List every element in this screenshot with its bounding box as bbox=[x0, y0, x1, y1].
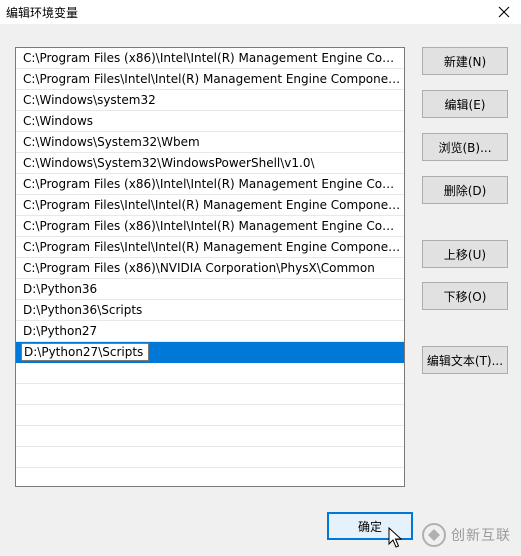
path-item[interactable]: C:\Program Files (x86)\NVIDIA Corporatio… bbox=[16, 258, 404, 279]
edit-text-button[interactable]: 编辑文本(T)... bbox=[422, 346, 508, 374]
watermark-logo-icon bbox=[422, 523, 446, 547]
empty-row bbox=[16, 405, 404, 426]
empty-row bbox=[16, 447, 404, 468]
title-bar: 编辑环境变量 bbox=[0, 0, 521, 24]
move-down-button[interactable]: 下移(O) bbox=[422, 282, 508, 310]
empty-row bbox=[16, 426, 404, 447]
path-item[interactable]: C:\Windows\System32\WindowsPowerShell\v1… bbox=[16, 153, 404, 174]
empty-row bbox=[16, 363, 404, 384]
path-item[interactable]: C:\Windows bbox=[16, 111, 404, 132]
path-item[interactable]: C:\Windows\system32 bbox=[16, 90, 404, 111]
window-title: 编辑环境变量 bbox=[6, 6, 79, 20]
move-up-button[interactable]: 上移(U) bbox=[422, 240, 508, 268]
browse-button[interactable]: 浏览(B)... bbox=[422, 133, 508, 161]
path-item[interactable]: C:\Program Files\Intel\Intel(R) Manageme… bbox=[16, 195, 404, 216]
path-item-selected[interactable]: D:\Python27\Scripts bbox=[16, 342, 404, 363]
empty-row bbox=[16, 384, 404, 405]
edit-button[interactable]: 编辑(E) bbox=[422, 90, 508, 118]
path-edit-input[interactable]: D:\Python27\Scripts bbox=[21, 343, 149, 361]
watermark-brand: 创新互联 bbox=[451, 528, 511, 544]
path-item[interactable]: C:\Windows\System32\Wbem bbox=[16, 132, 404, 153]
new-button[interactable]: 新建(N) bbox=[422, 47, 508, 75]
path-item[interactable]: C:\Program Files (x86)\Intel\Intel(R) Ma… bbox=[16, 216, 404, 237]
delete-button[interactable]: 删除(D) bbox=[422, 176, 508, 204]
path-item[interactable]: C:\Program Files\Intel\Intel(R) Manageme… bbox=[16, 69, 404, 90]
path-item[interactable]: D:\Python27 bbox=[16, 321, 404, 342]
path-item[interactable]: C:\Program Files (x86)\Intel\Intel(R) Ma… bbox=[16, 48, 404, 69]
path-item[interactable]: C:\Program Files\Intel\Intel(R) Manageme… bbox=[16, 237, 404, 258]
mouse-cursor-icon bbox=[388, 527, 402, 548]
watermark: 创新互联 bbox=[421, 518, 521, 552]
path-list[interactable]: C:\Program Files (x86)\Intel\Intel(R) Ma… bbox=[15, 47, 405, 487]
close-button[interactable] bbox=[487, 0, 521, 24]
close-icon bbox=[498, 6, 510, 18]
path-item[interactable]: D:\Python36\Scripts bbox=[16, 300, 404, 321]
path-item[interactable]: C:\Program Files (x86)\Intel\Intel(R) Ma… bbox=[16, 174, 404, 195]
path-item[interactable]: D:\Python36 bbox=[16, 279, 404, 300]
